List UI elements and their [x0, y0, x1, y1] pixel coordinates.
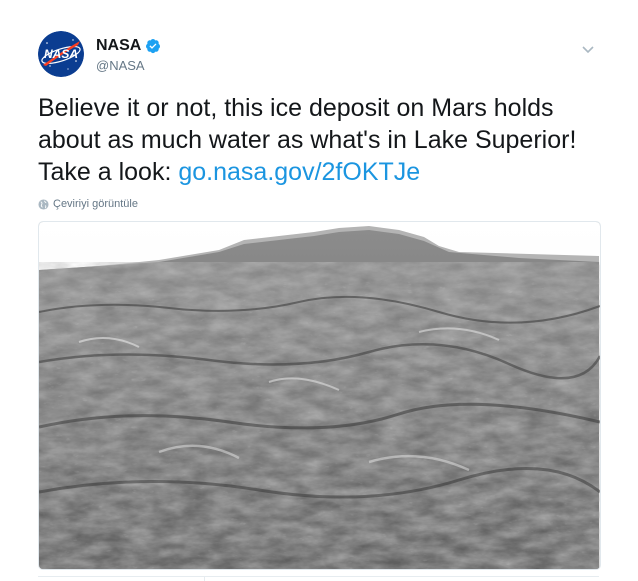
translate-label: Çeviriyi görüntüle — [53, 198, 138, 210]
svg-text:NASA: NASA — [44, 47, 78, 61]
divider-tick — [204, 576, 205, 581]
display-name[interactable]: NASA — [96, 37, 141, 55]
globe-icon — [38, 198, 49, 210]
user-handle[interactable]: @NASA — [96, 58, 161, 73]
tweet: NASA NASA @NASA Believe it or not, this … — [0, 0, 638, 581]
avatar[interactable]: NASA — [38, 31, 84, 77]
divider — [38, 576, 599, 577]
translate-link[interactable]: Çeviriyi görüntüle — [38, 198, 138, 210]
tweet-text: Believe it or not, this ice deposit on M… — [38, 92, 603, 188]
tweet-photo[interactable] — [38, 221, 601, 570]
tweet-link[interactable]: go.nasa.gov/2fOKTJe — [178, 158, 420, 186]
more-options-button[interactable] — [576, 38, 600, 62]
user-info: NASA @NASA — [96, 35, 161, 73]
verified-badge-icon — [146, 39, 161, 54]
nasa-logo-icon: NASA — [38, 31, 84, 77]
mars-terrain-image — [39, 222, 600, 569]
chevron-down-icon — [582, 46, 594, 54]
